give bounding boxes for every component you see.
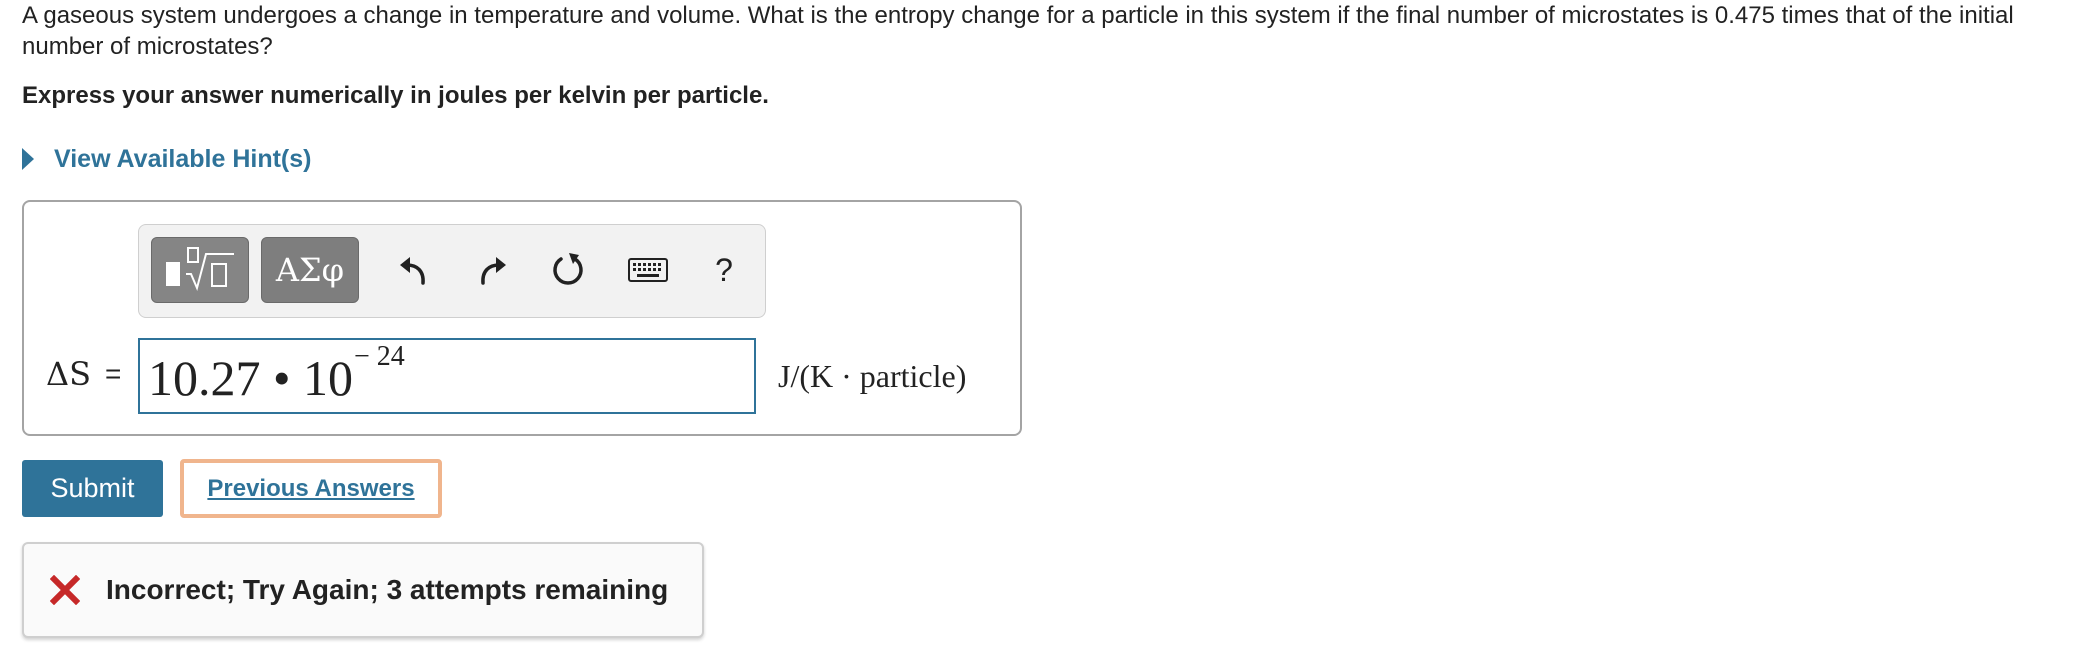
keyboard-button[interactable] [621,247,675,293]
x-icon [50,575,80,605]
reset-icon [553,253,583,285]
variable-label: ΔS [46,355,92,393]
submit-button[interactable]: Submit [22,460,163,517]
answer-value-exponent: − 24 [354,341,405,372]
answer-value-mantissa: 10.27 • 10 [148,350,354,406]
undo-button[interactable] [391,247,437,293]
answer-units: J/(K · particle) [778,357,967,394]
expand-triangle-icon [22,148,34,170]
templates-radical-icon [166,247,234,292]
view-hints-toggle[interactable]: View Available Hint(s) [22,142,311,176]
answer-variable: ΔS = [46,334,136,414]
feedback-panel: Incorrect; Try Again; 3 attempts remaini… [22,542,704,638]
templates-button[interactable] [151,237,249,303]
redo-button[interactable] [469,247,515,293]
previous-answers-button[interactable]: Previous Answers [180,459,442,518]
answer-input[interactable]: 10.27 • 10 − 24 [138,338,756,414]
help-button[interactable]: ? [701,247,747,293]
answer-instruction: Express your answer numerically in joule… [22,82,769,109]
greek-symbols-button[interactable]: ΑΣφ [261,237,359,303]
feedback-message: Incorrect; Try Again; 3 attempts remaini… [106,574,669,605]
redo-icon [481,257,506,285]
equals-sign: = [105,358,122,389]
previous-answers-label: Previous Answers [207,474,415,502]
keyboard-icon [628,258,668,282]
reset-button[interactable] [545,247,591,293]
answer-box: ΑΣφ ? ΔS = 10.27 • 10 − 24 J/(K · partic… [22,200,1022,436]
view-hints-label: View Available Hint(s) [54,144,312,173]
question-text: A gaseous system undergoes a change in t… [22,2,2014,60]
undo-icon [400,257,425,285]
math-toolbar: ΑΣφ ? [138,224,766,318]
